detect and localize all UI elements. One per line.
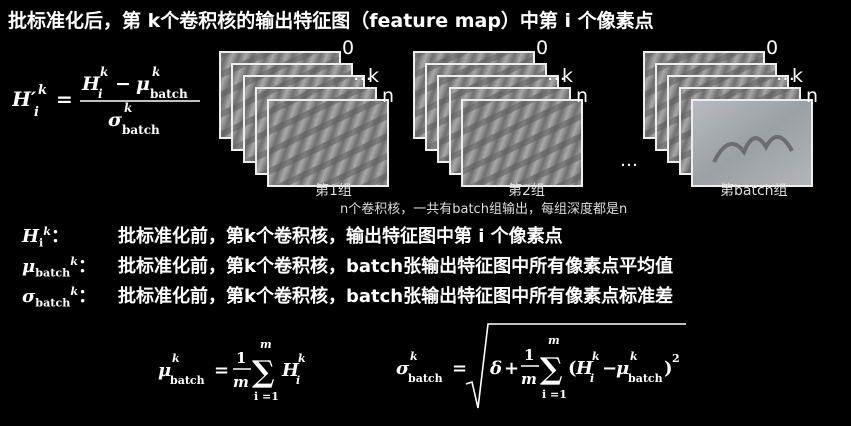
lhs-sup: k	[38, 83, 47, 98]
definition-h: Hik： 批标准化前，第k个卷积核，输出特征图中第 i 个像素点	[22, 222, 563, 250]
num-mu-sup: k	[152, 65, 160, 79]
stack-batch-top-index: 0	[766, 37, 778, 59]
definition-mu-text: 批标准化前，第k个卷积核，batch张输出特征图中所有像素点平均值	[118, 256, 674, 277]
page-title: 批标准化后，第 k个卷积核的输出特征图（feature map）中第 i 个像素…	[8, 10, 654, 32]
svg-text:k: k	[172, 352, 180, 365]
stack-2-mid-index: k	[562, 65, 573, 87]
stack-batch-mid-index: k	[792, 65, 803, 87]
svg-text:i =1: i =1	[254, 390, 279, 403]
svg-text:=: =	[214, 360, 229, 381]
svg-text:k: k	[592, 350, 600, 363]
svg-text:batch: batch	[408, 372, 443, 385]
svg-text:k: k	[298, 352, 306, 365]
num-h-sub: i	[98, 87, 103, 101]
stack-2-top-index: 0	[536, 37, 548, 59]
svg-text:m: m	[548, 334, 560, 347]
num-mu: μ	[136, 73, 150, 95]
svg-text:2: 2	[672, 352, 680, 365]
svg-text:m: m	[260, 338, 272, 351]
definition-sigma-text: 批标准化前，第k个卷积核，batch张输出特征图中所有像素点标准差	[118, 286, 674, 307]
stack-1-top-index: 0	[342, 37, 354, 59]
main-formula: H′ i k = H i k − μ batch k σ batch k	[12, 65, 200, 137]
group-batch-label: 第batch组	[720, 183, 788, 199]
svg-text:k: k	[410, 350, 418, 363]
svg-text:1: 1	[236, 349, 246, 367]
stack-1-bottom-index: n	[382, 85, 394, 107]
svg-text:i: i	[296, 374, 300, 387]
svg-text:i =1: i =1	[542, 388, 567, 401]
svg-text:m: m	[521, 370, 537, 388]
svg-text:∑: ∑	[540, 352, 563, 387]
definition-sigma: σbatchk： 批标准化前，第k个卷积核，batch张输出特征图中所有像素点标准…	[22, 282, 673, 310]
svg-text:batch: batch	[170, 374, 205, 387]
stack-batch-bottom-index: n	[806, 85, 818, 107]
definition-sigma-symbol: σbatchk：	[22, 285, 97, 310]
definition-h-text: 批标准化前，第k个卷积核，输出特征图中第 i 个像素点	[118, 226, 563, 247]
definition-h-symbol: Hik：	[22, 225, 69, 250]
den-sigma: σ	[108, 109, 123, 131]
stack-1-mid-index: k	[368, 65, 379, 87]
svg-text:=: =	[452, 358, 467, 379]
svg-text:∑: ∑	[252, 355, 275, 390]
stack-2-bottom-index: n	[576, 85, 588, 107]
definition-mu-symbol: μbatchk：	[22, 255, 97, 280]
lhs-eq: =	[56, 87, 73, 111]
lhs-sub: i	[34, 105, 39, 120]
definition-mu: μbatchk： 批标准化前，第k个卷积核，batch张输出特征图中所有像素点平均…	[22, 252, 673, 280]
svg-text:δ: δ	[489, 358, 502, 379]
figure-caption: n个卷积核，一共有batch组输出，每组深度都是n	[340, 202, 628, 217]
svg-text:+: +	[504, 358, 519, 379]
svg-text:1: 1	[524, 346, 534, 364]
mean-formula: μ batch k = 1 m m ∑ i =1 H i k	[158, 338, 306, 403]
svg-text:k: k	[630, 350, 638, 363]
group-1-label: 第1组	[315, 183, 352, 199]
num-mu-sub: batch	[150, 87, 188, 101]
group-ellipsis: …	[620, 150, 638, 171]
num-h-sup: k	[100, 65, 108, 79]
group-2-label: 第2组	[508, 183, 545, 199]
std-formula: σ batch k = δ + 1 m m ∑ i =1 ( H i k − μ…	[396, 323, 686, 409]
svg-text:batch: batch	[628, 372, 663, 385]
svg-text:i: i	[590, 372, 594, 385]
den-sup: k	[124, 101, 132, 115]
svg-text:m: m	[233, 373, 249, 391]
den-sub: batch	[122, 123, 160, 137]
svg-text:−: −	[602, 358, 617, 379]
feature-map-diagram: 0 … k n 0 … k n … 0 … k n	[219, 37, 818, 187]
num-minus: −	[115, 73, 131, 95]
